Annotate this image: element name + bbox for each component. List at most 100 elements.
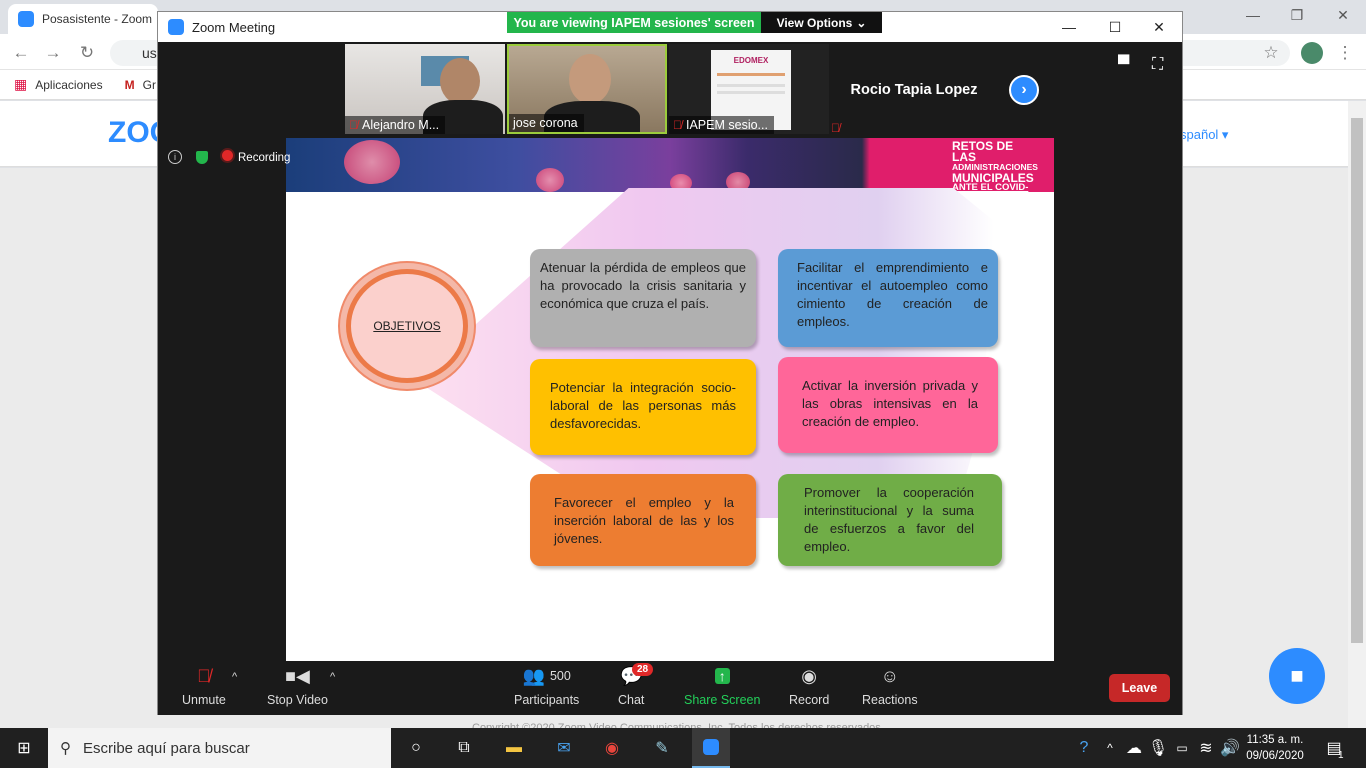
bookmark-star-icon[interactable]: ☆ [1260,42,1282,64]
video-tile-alejandro[interactable]: 🎙̸ Alejandro M... [345,44,505,134]
windows-start-icon[interactable]: ⊞ [12,736,36,760]
participant-strip: 🎙̸ Alejandro M... jose corona EDOMEX 🎙̸ … [158,42,1182,138]
objective-box-4: Activar la inversión privada y las obras… [778,357,998,453]
video-camera-icon: ■◀ [285,665,310,686]
zoom-favicon-icon [18,11,34,27]
chevron-down-icon: ⌄ [856,15,867,30]
windows-taskbar: ⊞ ⚲ Escribe aquí para buscar ○ ⧉ ▬ ✉ ◉ ✎… [0,728,1366,768]
viewing-screen-banner: You are viewing IAPEM sesiones' screen [507,12,761,33]
objective-box-2: Facilitar el emprendimiento e incentivar… [778,249,998,347]
zoom-close-icon[interactable]: ✕ [1136,12,1182,42]
browser-minimize-icon[interactable]: — [1230,0,1276,30]
meeting-status-bar: i Recording [168,150,290,164]
objetivos-label: OBJETIVOS [346,269,468,383]
record-button[interactable]: ◉ Record [789,665,829,708]
tile-label: 🎙̸ IAPEM sesio... [669,116,774,134]
info-icon[interactable]: i [168,150,182,164]
zoom-app-icon [168,19,184,35]
zoom-taskbar-icon[interactable] [692,728,730,768]
taskbar-clock[interactable]: 11:35 a. m. 09/06/2020 [1240,732,1310,764]
volume-icon[interactable]: 🔊 [1218,736,1242,760]
tile-label: 🎙̸ Alejandro M... [345,116,446,134]
objective-box-3: Potenciar la integración socio-laboral d… [530,359,756,455]
profile-avatar[interactable] [1301,42,1323,64]
onedrive-cloud-icon[interactable]: ☁ [1122,736,1146,760]
unmute-button[interactable]: 🎙̸ Unmute [182,665,226,708]
forward-icon[interactable]: → [42,42,64,64]
tile-label: jose corona [509,114,584,132]
virus-graphic [344,140,400,184]
browser-tab-title: Posasistente - Zoom [42,12,153,26]
recording-indicator[interactable]: Recording [222,150,290,164]
zoom-meeting-window: Zoom Meeting You are viewing IAPEM sesio… [157,11,1183,715]
paint-icon[interactable]: ✎ [650,736,674,760]
share-screen-button[interactable]: ↑ Share Screen [684,665,760,707]
support-chat-button[interactable]: ■ [1269,648,1325,704]
security-shield-icon[interactable] [196,150,208,164]
smiley-icon: ☺ [880,665,899,686]
audio-options-caret-icon[interactable]: ^ [232,671,237,683]
microphone-tray-icon[interactable]: 🎙 [1146,736,1170,760]
file-explorer-icon[interactable]: ▬ [502,736,526,760]
fullscreen-icon[interactable]: ⛶ [1152,56,1163,74]
reactions-button[interactable]: ☺ Reactions [862,665,918,708]
language-selector[interactable]: spañol ▾ [1180,127,1228,143]
participants-button[interactable]: 👥 500 Participants [514,665,579,708]
meeting-toolbar: 🎙̸ Unmute ^ ■◀ Stop Video ^ 👥 500 Partic… [158,661,1182,715]
zoom-window-title: Zoom Meeting [192,19,276,35]
bookmark-gmail[interactable]: Gr [143,78,156,92]
browser-tab[interactable]: Posasistente - Zoom [8,4,158,34]
slide-banner: RETOS DE LAS ADMINISTRACIONES MUNICIPALE… [286,138,1054,203]
mic-muted-icon: 🎙̸ [673,118,682,132]
zoom-minimize-icon[interactable]: — [1046,12,1092,42]
notification-count: 1 [1338,750,1344,761]
gmail-icon: M [124,77,135,92]
battery-icon[interactable]: ▭ [1170,736,1194,760]
leave-button[interactable]: Leave [1109,674,1170,702]
video-tile-iapem[interactable]: EDOMEX 🎙̸ IAPEM sesio... [669,44,829,134]
virus-graphic [536,168,564,192]
recording-dot-icon [222,150,233,161]
tray-chevron-icon[interactable]: ^ [1098,736,1122,760]
chat-unread-badge: 28 [632,663,654,676]
diagram-background [414,188,994,518]
objective-box-5: Favorecer el empleo y la inserción labor… [530,474,756,566]
url-text: us [142,45,157,61]
wifi-icon[interactable]: ≋ [1194,736,1218,760]
share-screen-icon: ↑ [714,665,730,687]
active-speaker-name: Rocio Tapia Lopez [850,82,978,98]
apps-grid-icon[interactable]: ▦ [14,76,27,93]
video-options-caret-icon[interactable]: ^ [330,671,335,683]
chat-bubble-icon: ■ [1290,663,1304,688]
record-icon: ◉ [801,665,817,686]
stop-video-button[interactable]: ■◀ Stop Video [267,665,328,708]
view-options-button[interactable]: View Options ⌄ [761,12,882,33]
participant-face [440,58,480,104]
objective-box-1: Atenuar la pérdida de empleos que ha pro… [530,249,756,347]
shared-screen: RETOS DE LAS ADMINISTRACIONES MUNICIPALE… [286,138,1054,661]
browser-menu-icon[interactable]: ⋮ [1334,42,1356,64]
browser-close-icon[interactable]: ✕ [1320,0,1366,30]
cortana-icon[interactable]: ○ [404,736,428,760]
bookmark-apps[interactable]: Aplicaciones [35,78,102,92]
mic-muted-icon: 🎙̸ [197,665,211,686]
scrollbar-thumb[interactable] [1351,118,1363,643]
help-icon[interactable]: ? [1072,736,1096,760]
task-view-icon[interactable]: ⧉ [452,736,476,760]
search-icon: ⚲ [60,740,71,757]
zoom-maximize-icon[interactable]: ☐ [1092,12,1138,42]
gallery-layout-icon[interactable]: ▀ [1118,56,1129,74]
reload-icon[interactable]: ↻ [76,42,98,64]
chrome-icon[interactable]: ◉ [600,736,624,760]
taskbar-search-box[interactable]: ⚲ Escribe aquí para buscar [48,728,391,768]
mic-muted-icon: 🎙̸ [349,118,358,132]
browser-restore-icon[interactable]: ❐ [1274,0,1320,30]
participants-icon: 👥 500 [522,665,571,686]
mail-icon[interactable]: ✉ [552,736,576,760]
video-tile-jose-corona[interactable]: jose corona [507,44,667,134]
slide-banner-title: RETOS DE LAS ADMINISTRACIONES MUNICIPALE… [952,139,1038,203]
back-icon[interactable]: ← [10,42,32,64]
participant-face [569,54,611,104]
objective-box-6: Promover la cooperación interinstitucion… [778,474,1002,566]
next-page-arrow-icon[interactable]: › [1009,75,1039,105]
